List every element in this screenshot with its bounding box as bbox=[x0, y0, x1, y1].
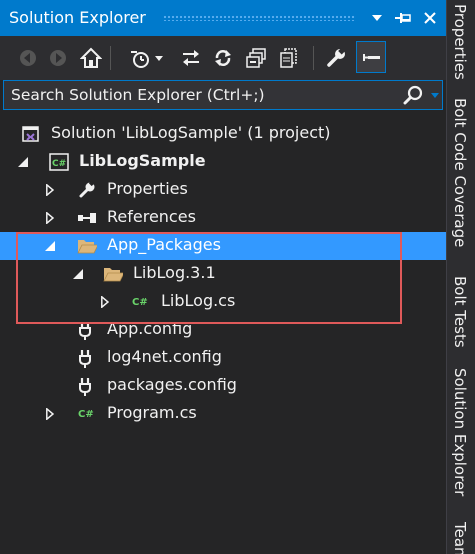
preview-selected-icon[interactable] bbox=[356, 41, 386, 73]
collapsed-arrow-icon[interactable] bbox=[44, 211, 56, 225]
tree-item-app-config[interactable]: App.config bbox=[0, 316, 446, 344]
solution-explorer-panel: Solution Explorer Search Solution Explor… bbox=[0, 0, 446, 554]
tree-item-label: Solution 'LibLogSample' (1 project) bbox=[51, 123, 331, 142]
tree-item-project[interactable]: C# LibLogSample bbox=[0, 148, 446, 176]
config-file-icon bbox=[77, 321, 97, 340]
title-drag-grip[interactable] bbox=[163, 15, 356, 21]
svg-text:C#: C# bbox=[78, 409, 94, 420]
tree-item-label: App.config bbox=[107, 319, 193, 338]
tree-item-liblog-folder[interactable]: LibLog.3.1 bbox=[0, 260, 446, 288]
svg-text:C#: C# bbox=[52, 159, 66, 169]
search-icon[interactable] bbox=[400, 81, 426, 109]
config-file-icon bbox=[77, 349, 97, 368]
collapsed-arrow-icon[interactable] bbox=[99, 295, 111, 309]
csharp-project-icon: C# bbox=[49, 153, 69, 171]
pin-icon[interactable] bbox=[392, 6, 414, 30]
tree-item-label: App_Packages bbox=[107, 235, 221, 254]
side-tab-solution-explorer[interactable]: Solution Explorer bbox=[451, 368, 469, 496]
tree-item-label: log4net.config bbox=[107, 347, 222, 366]
collapse-all-icon[interactable] bbox=[243, 45, 269, 71]
tree-item-program-cs[interactable]: C# Program.cs bbox=[0, 400, 446, 428]
sync-icon[interactable] bbox=[178, 45, 204, 71]
dropdown-arrow-icon[interactable] bbox=[366, 6, 388, 30]
close-icon[interactable] bbox=[419, 6, 441, 30]
wrench-icon bbox=[77, 181, 97, 199]
open-folder-icon bbox=[103, 265, 123, 283]
side-tab-strip: Properties Bolt Code Coverage Bolt Tests… bbox=[446, 0, 475, 554]
search-input[interactable] bbox=[4, 81, 400, 109]
search-box bbox=[3, 80, 443, 110]
tree-item-app-packages[interactable]: App_Packages bbox=[0, 232, 446, 260]
side-tab-bolt-coverage[interactable]: Bolt Code Coverage bbox=[451, 98, 469, 247]
tree-item-liblog-cs[interactable]: C# LibLog.cs bbox=[0, 288, 446, 316]
tree-item-label: References bbox=[107, 207, 196, 226]
references-icon bbox=[77, 209, 97, 227]
tree-item-label: LibLogSample bbox=[79, 151, 206, 170]
side-tab-bolt-tests[interactable]: Bolt Tests bbox=[451, 276, 469, 348]
open-folder-icon bbox=[77, 237, 97, 255]
tree-item-label: LibLog.cs bbox=[161, 291, 236, 310]
refresh-icon[interactable] bbox=[210, 45, 236, 71]
collapsed-arrow-icon[interactable] bbox=[44, 407, 56, 421]
forward-icon[interactable] bbox=[45, 45, 71, 71]
pending-changes-filter-icon[interactable] bbox=[127, 45, 153, 71]
show-all-files-icon[interactable] bbox=[276, 45, 302, 71]
filter-dropdown-icon[interactable] bbox=[152, 45, 166, 71]
side-tab-properties[interactable]: Properties bbox=[451, 4, 469, 80]
tree-item-label: LibLog.3.1 bbox=[133, 263, 216, 282]
svg-text:C#: C# bbox=[132, 297, 148, 308]
config-file-icon bbox=[77, 377, 97, 396]
toolbar bbox=[0, 36, 446, 80]
csharp-file-icon: C# bbox=[131, 293, 151, 311]
search-options-dropdown-icon[interactable] bbox=[428, 81, 442, 109]
collapsed-arrow-icon[interactable] bbox=[44, 183, 56, 197]
tree-item-label: packages.config bbox=[107, 375, 237, 394]
tree-item-properties[interactable]: Properties bbox=[0, 176, 446, 204]
title-bar: Solution Explorer bbox=[0, 0, 446, 36]
home-icon[interactable] bbox=[78, 45, 104, 71]
tree-item-log4net-config[interactable]: log4net.config bbox=[0, 344, 446, 372]
back-icon[interactable] bbox=[15, 45, 41, 71]
properties-icon[interactable] bbox=[323, 45, 349, 71]
expanded-arrow-icon[interactable] bbox=[17, 155, 29, 169]
tree-item-packages-config[interactable]: packages.config bbox=[0, 372, 446, 400]
tree-item-label: Program.cs bbox=[107, 403, 197, 422]
panel-title: Solution Explorer bbox=[9, 8, 146, 27]
expanded-arrow-icon[interactable] bbox=[72, 267, 84, 281]
tree-item-solution[interactable]: Solution 'LibLogSample' (1 project) bbox=[0, 120, 446, 148]
expanded-arrow-icon[interactable] bbox=[44, 239, 56, 253]
side-tab-team[interactable]: Tean bbox=[451, 522, 469, 554]
tree-item-label: Properties bbox=[107, 179, 188, 198]
toolbar-separator bbox=[313, 46, 314, 70]
toolbar-separator bbox=[110, 46, 111, 70]
solution-icon bbox=[21, 125, 41, 143]
csharp-file-icon: C# bbox=[77, 405, 97, 423]
tree-item-references[interactable]: References bbox=[0, 204, 446, 232]
